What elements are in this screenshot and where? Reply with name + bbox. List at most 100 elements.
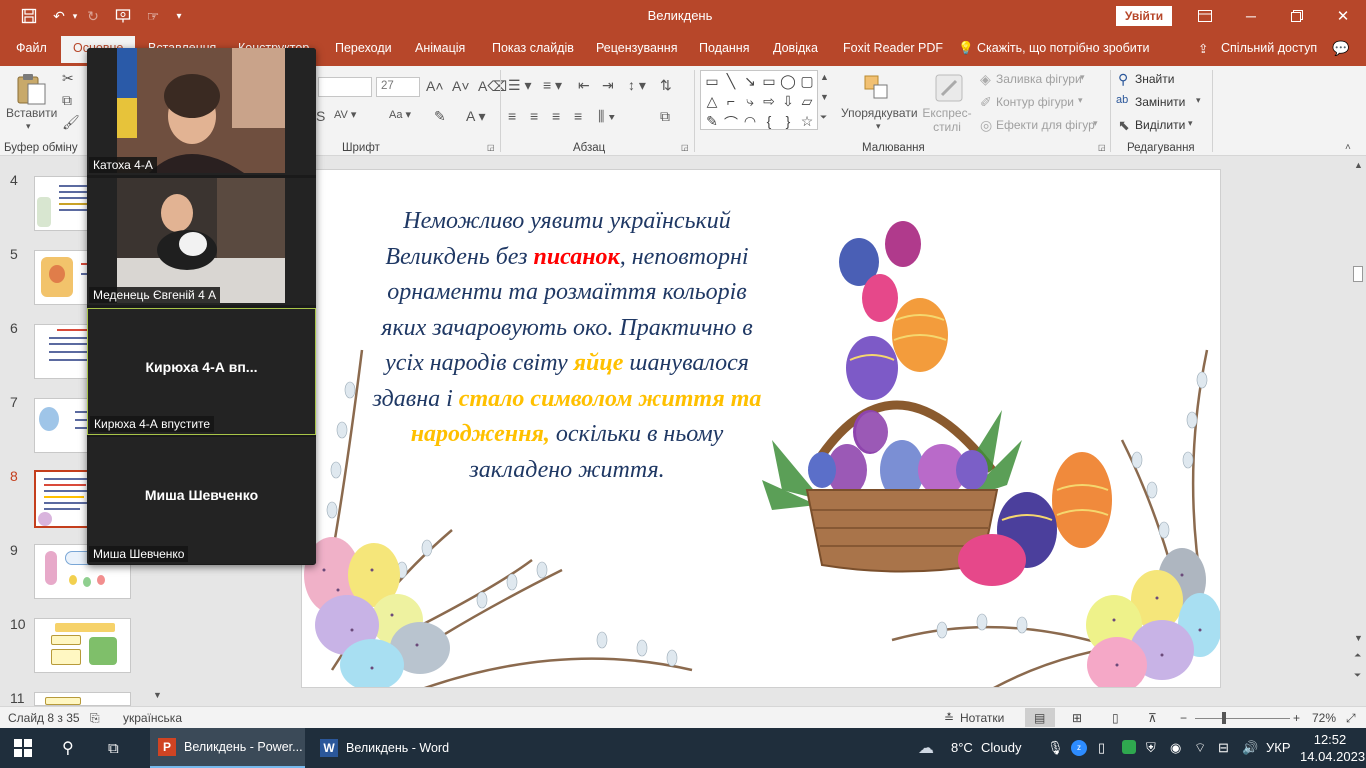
format-painter-icon[interactable]: 🖌: [62, 114, 80, 131]
paste-icon[interactable]: [14, 72, 50, 106]
select-dropdown-icon[interactable]: ▾: [1188, 118, 1193, 129]
tab-review[interactable]: Рецензування: [596, 41, 677, 55]
zoom-slider-thumb[interactable]: [1222, 712, 1226, 724]
weather-temperature[interactable]: 8°C: [951, 740, 973, 755]
shape-fill-icon[interactable]: ◈: [980, 71, 991, 88]
font-name-combo[interactable]: [318, 77, 372, 97]
bullets-icon[interactable]: ☰ ▾: [508, 77, 531, 94]
star-shape-icon[interactable]: ☆: [798, 113, 816, 130]
microphone-icon[interactable]: 🎙: [1047, 740, 1064, 756]
taskbar-app-powerpoint[interactable]: P Великдень - Power...: [150, 728, 305, 768]
collapse-ribbon-icon[interactable]: ˄: [1345, 142, 1351, 153]
cloud-icon[interactable]: ☁: [918, 738, 934, 758]
find-button[interactable]: Знайти: [1135, 72, 1174, 86]
comments-icon[interactable]: 💬: [1332, 40, 1349, 57]
scrollbar-thumb[interactable]: [1353, 266, 1363, 282]
restore-icon[interactable]: [1274, 4, 1320, 28]
tell-me-search[interactable]: Скажіть, що потрібно зробити: [977, 41, 1150, 55]
usb-icon[interactable]: ▯: [1098, 740, 1105, 756]
slide-canvas[interactable]: Неможливо уявити український Великдень б…: [301, 169, 1221, 688]
shape-outline-icon[interactable]: ✐: [980, 94, 992, 111]
zoom-video-panel[interactable]: Катоха 4-А Меденець Євгеній 4 А Кирюха 4…: [87, 48, 316, 565]
decrease-indent-icon[interactable]: ⇤: [578, 77, 590, 94]
redo-icon[interactable]: ↻: [84, 6, 102, 26]
previous-slide-icon[interactable]: ⏶: [1354, 650, 1361, 661]
decrease-font-icon[interactable]: A˅: [452, 78, 470, 94]
clock-date[interactable]: 14.04.2023: [1300, 749, 1365, 764]
undo-icon[interactable]: ↶: [48, 6, 70, 26]
font-dialog-launcher-icon[interactable]: ◲: [487, 143, 495, 152]
share-button[interactable]: Спільний доступ: [1221, 41, 1317, 55]
text-direction-icon[interactable]: ⇅: [660, 77, 672, 94]
shape-fill-dropdown-icon[interactable]: ▾: [1080, 72, 1085, 83]
right-arrow-shape-icon[interactable]: ⇨: [760, 93, 778, 110]
arrow-line-shape-icon[interactable]: ↘: [741, 73, 759, 90]
line-spacing-icon[interactable]: ↕ ▾: [628, 77, 646, 94]
right-brace-shape-icon[interactable]: }: [779, 113, 797, 129]
task-view-icon[interactable]: ⧉: [108, 728, 119, 768]
tab-slide-show[interactable]: Показ слайдів: [492, 41, 574, 55]
ribbon-display-options-icon[interactable]: [1182, 4, 1228, 28]
character-spacing-icon[interactable]: AV ▾: [334, 108, 356, 121]
copy-icon[interactable]: ⧉: [62, 92, 72, 109]
line-shape-icon[interactable]: ╲: [722, 73, 740, 90]
reading-view-icon[interactable]: ▯: [1112, 711, 1119, 725]
security-icon[interactable]: ⛨: [1146, 740, 1156, 756]
shape-effects-dropdown-icon[interactable]: ▾: [1093, 118, 1098, 129]
font-size-combo[interactable]: 27: [376, 77, 420, 97]
shadow-icon[interactable]: S: [316, 108, 325, 124]
close-icon[interactable]: ✕: [1320, 4, 1366, 28]
smartart-icon[interactable]: ⧉: [660, 108, 670, 125]
curve-shape-icon[interactable]: ⌒: [722, 113, 740, 133]
zoom-app-icon[interactable]: z: [1071, 740, 1087, 756]
drawing-dialog-launcher-icon[interactable]: ◲: [1098, 143, 1106, 152]
input-language[interactable]: УКР: [1266, 740, 1291, 755]
align-center-icon[interactable]: ≡: [530, 108, 538, 124]
scroll-down-icon[interactable]: ▼: [1354, 633, 1363, 643]
arc-shape-icon[interactable]: ◠: [741, 113, 759, 130]
zoom-slider[interactable]: [1195, 718, 1290, 719]
tab-animations[interactable]: Анімація: [415, 41, 465, 55]
shape-effects-button[interactable]: Ефекти для фігур: [996, 118, 1095, 132]
wifi-icon[interactable]: ⌔: [1194, 740, 1206, 756]
slide-text-body[interactable]: Неможливо уявити український Великдень б…: [370, 204, 764, 488]
arrange-button[interactable]: Упорядкувати: [841, 106, 918, 120]
slide-thumbnail[interactable]: [34, 692, 131, 706]
replace-button[interactable]: Замінити: [1135, 95, 1185, 109]
quick-styles-icon[interactable]: [934, 72, 966, 104]
participant-tile[interactable]: Миша Шевченко Миша Шевченко: [87, 437, 316, 564]
presentation-start-icon[interactable]: [112, 6, 134, 26]
slide-sorter-icon[interactable]: ⊞: [1072, 711, 1082, 725]
select-icon[interactable]: ⬉: [1118, 117, 1130, 134]
font-color-icon[interactable]: A ▾: [466, 108, 485, 125]
minimize-icon[interactable]: ─: [1228, 4, 1274, 28]
paste-button[interactable]: Вставити: [6, 106, 57, 120]
align-left-icon[interactable]: ≡: [508, 108, 516, 124]
shape-fill-button[interactable]: Заливка фігури: [996, 72, 1082, 86]
spelling-icon[interactable]: ⎘: [90, 711, 100, 726]
quick-styles-button[interactable]: Експрес-стилі: [922, 106, 972, 134]
participant-tile-active-speaker[interactable]: Кирюха 4-А вп... Кирюха 4-А впустите: [87, 308, 316, 435]
arrange-dropdown-icon[interactable]: ▾: [876, 121, 881, 132]
shapes-gallery[interactable]: ▭ ╲ ↘ ▭ ◯ ▢ △ ⌐ ⤷ ⇨ ⇩ ▱ ✎ ⌒ ◠ { } ☆: [700, 70, 818, 133]
undo-dropdown-icon[interactable]: ▾: [70, 6, 80, 26]
taskbar-app-word[interactable]: W Великдень - Word: [312, 728, 457, 768]
paste-dropdown-icon[interactable]: ▾: [26, 121, 31, 132]
customize-toolbar-icon[interactable]: ▾: [172, 6, 186, 26]
tab-foxit-reader-pdf[interactable]: Foxit Reader PDF: [843, 41, 943, 55]
tab-file[interactable]: Файл: [16, 41, 47, 55]
tab-view[interactable]: Подання: [699, 41, 749, 55]
elbow-connector-shape-icon[interactable]: ⌐: [722, 93, 740, 109]
weather-description[interactable]: Cloudy: [981, 740, 1021, 755]
zoom-level[interactable]: 72%: [1312, 711, 1336, 725]
touch-mode-icon[interactable]: ☞: [142, 6, 164, 26]
highlight-icon[interactable]: ✎: [434, 108, 446, 125]
scroll-down-icon[interactable]: ▼: [153, 690, 162, 700]
rectangle-shape-icon[interactable]: ▭: [760, 73, 778, 90]
save-icon[interactable]: [18, 6, 40, 26]
participant-tile[interactable]: Меденець Євгеній 4 А: [87, 178, 316, 305]
scroll-up-icon[interactable]: ▲: [1354, 160, 1363, 170]
align-right-icon[interactable]: ≡: [552, 108, 560, 124]
slide-thumbnail[interactable]: [34, 618, 131, 673]
freeform-shape-icon[interactable]: ✎: [703, 113, 721, 130]
